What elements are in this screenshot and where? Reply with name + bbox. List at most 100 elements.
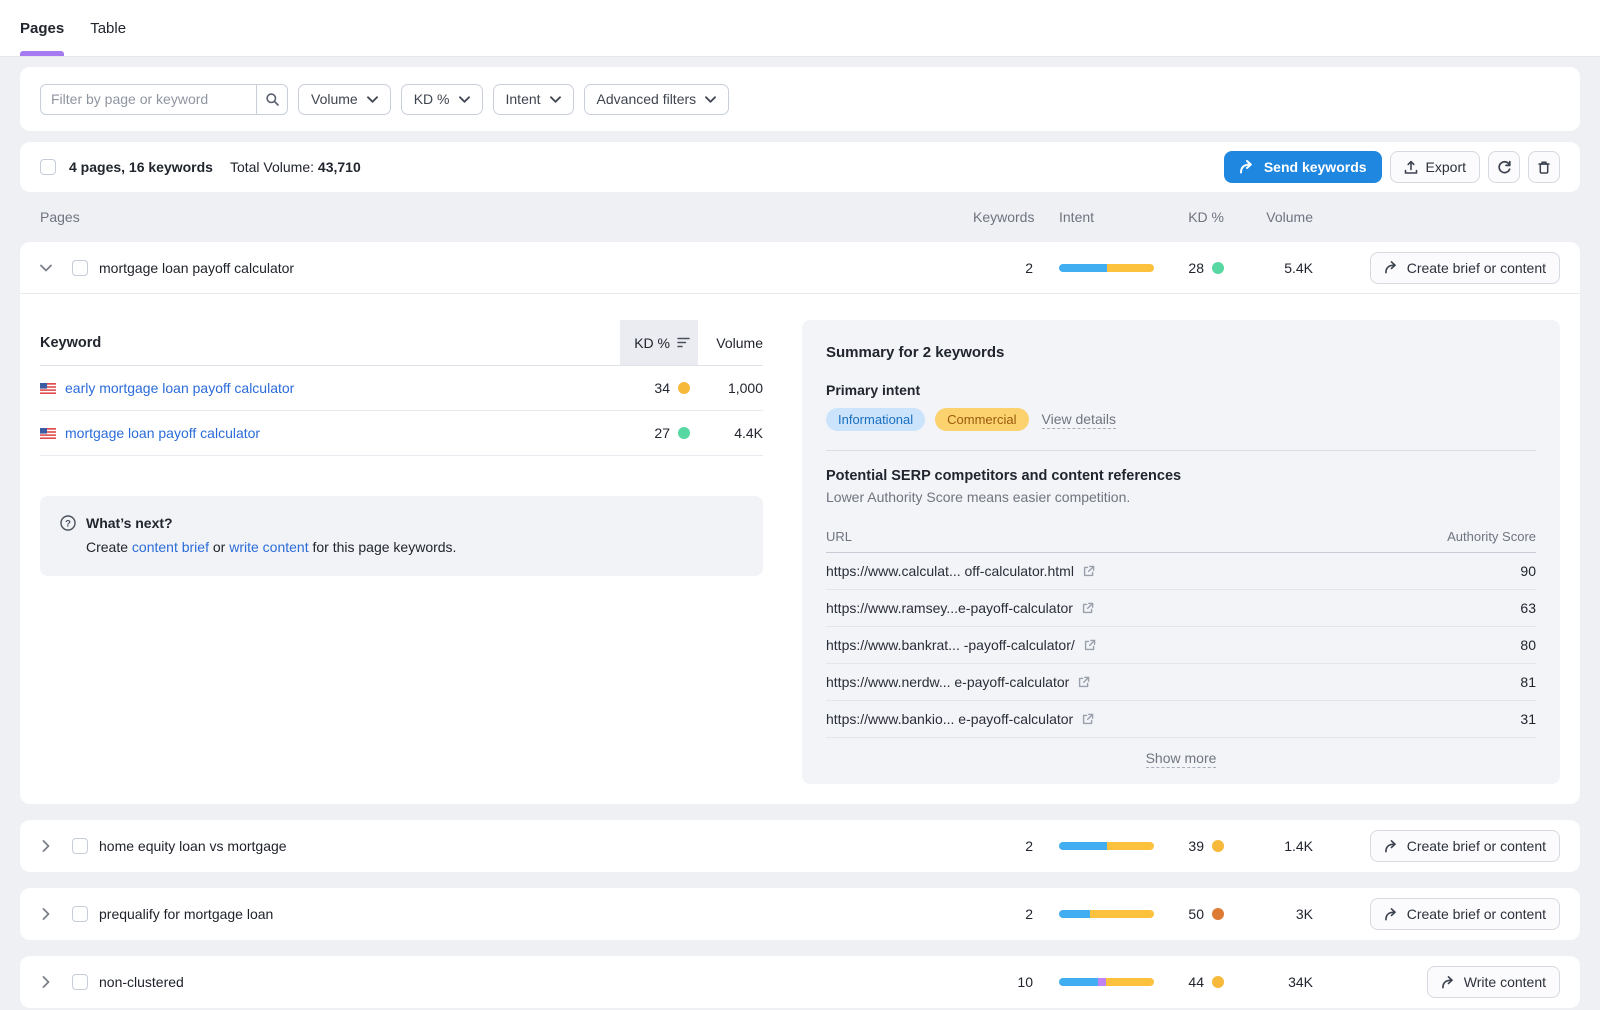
send-arrow-icon	[1384, 908, 1399, 921]
serp-url-row: https://www.nerdw... e-payoff-calculator…	[826, 664, 1536, 701]
top-tab-bar: Pages Table	[0, 0, 1600, 57]
send-keywords-label: Send keywords	[1264, 159, 1367, 175]
external-link-icon[interactable]	[1082, 713, 1094, 725]
divider	[826, 450, 1536, 451]
expand-chevron-right-icon[interactable]	[40, 840, 52, 852]
send-arrow-icon	[1384, 261, 1399, 274]
cluster-row: non-clustered 10 44 34K Write content	[20, 956, 1580, 1008]
header-intent: Intent	[1059, 209, 1094, 225]
row-checkbox[interactable]	[72, 906, 88, 922]
external-link-icon[interactable]	[1082, 602, 1094, 614]
create-brief-label: Create brief or content	[1407, 838, 1546, 854]
chevron-down-icon	[705, 96, 716, 103]
search-button[interactable]	[256, 84, 288, 115]
intent-bar	[1059, 264, 1154, 272]
total-volume: Total Volume: 43,710	[230, 159, 361, 175]
keyword-row: early mortgage loan payoff calculator 34…	[40, 366, 763, 411]
row-checkbox[interactable]	[72, 838, 88, 854]
kd-column-header-sorted[interactable]: KD %	[620, 320, 698, 365]
serp-competitors-title: Potential SERP competitors and content r…	[826, 468, 1536, 484]
send-keywords-button[interactable]: Send keywords	[1224, 151, 1382, 183]
kd-filter-dropdown[interactable]: KD %	[401, 84, 483, 115]
volume-filter-label: Volume	[311, 91, 358, 107]
header-pages: Pages	[40, 209, 80, 225]
keyword-link[interactable]: early mortgage loan payoff calculator	[65, 380, 294, 396]
keyword-link[interactable]: mortgage loan payoff calculator	[65, 425, 260, 441]
us-flag-icon	[40, 383, 56, 394]
advanced-filters-dropdown[interactable]: Advanced filters	[584, 84, 730, 115]
serp-competitors-subtitle: Lower Authority Score means easier compe…	[826, 489, 1536, 505]
kd-dot	[1212, 262, 1224, 274]
view-details-link[interactable]: View details	[1042, 411, 1116, 429]
keyword-volume: 1,000	[698, 380, 763, 396]
collapse-chevron-down-icon[interactable]	[40, 262, 52, 274]
cluster-row: mortgage loan payoff calculator 2 28 5.4…	[20, 242, 1580, 294]
kd-value: 50	[1188, 906, 1204, 922]
row-checkbox[interactable]	[72, 260, 88, 276]
whats-next-text: Create content brief or write content fo…	[86, 539, 743, 555]
delete-button[interactable]	[1528, 151, 1560, 183]
header-keywords: Keywords	[973, 209, 1034, 225]
kd-value: 27	[654, 425, 670, 441]
show-more-link[interactable]: Show more	[1146, 750, 1217, 768]
cluster-name: mortgage loan payoff calculator	[99, 260, 294, 276]
kd-column-label: KD %	[634, 335, 670, 351]
expand-chevron-right-icon[interactable]	[40, 976, 52, 988]
whats-next-title: What’s next?	[86, 515, 173, 531]
intent-bar	[1059, 842, 1154, 850]
external-link-icon[interactable]	[1084, 639, 1096, 651]
create-brief-button[interactable]: Create brief or content	[1370, 252, 1560, 284]
send-arrow-icon	[1384, 840, 1399, 853]
keyword-row: mortgage loan payoff calculator 27 4.4K	[40, 411, 763, 456]
external-link-icon[interactable]	[1078, 676, 1090, 688]
create-brief-label: Create brief or content	[1407, 260, 1546, 276]
advanced-filters-label: Advanced filters	[597, 91, 697, 107]
chevron-down-icon	[550, 96, 561, 103]
cluster-keyword-count: 2	[973, 838, 1033, 854]
content-brief-link[interactable]: content brief	[132, 539, 209, 555]
intent-badge-informational: Informational	[826, 408, 925, 431]
serp-url: https://www.calculat... off-calculator.h…	[826, 563, 1074, 579]
serp-url-row: https://www.ramsey...e-payoff-calculator…	[826, 590, 1536, 627]
intent-badge-commercial: Commercial	[935, 408, 1028, 431]
cluster-row: prequalify for mortgage loan 2 50 3K Cre…	[20, 888, 1580, 940]
tab-table[interactable]: Table	[90, 0, 126, 56]
export-label: Export	[1426, 159, 1466, 175]
keyword-column-header: Keyword	[40, 320, 620, 365]
authority-score-column-header: Authority Score	[1447, 529, 1536, 544]
authority-score: 80	[1520, 637, 1536, 653]
intent-filter-dropdown[interactable]: Intent	[493, 84, 574, 115]
cluster-keyword-count: 10	[973, 974, 1033, 990]
cluster-card-prequalify-for-mortgage-loan: prequalify for mortgage loan 2 50 3K Cre…	[20, 888, 1580, 940]
toolbar-actions: Send keywords Export	[1224, 151, 1560, 183]
create-brief-button[interactable]: Create brief or content	[1370, 898, 1560, 930]
total-volume-label: Total Volume:	[230, 159, 314, 175]
row-checkbox[interactable]	[72, 974, 88, 990]
create-brief-button[interactable]: Create brief or content	[1370, 830, 1560, 862]
cluster-card-home-equity-loan-vs-mortgage: home equity loan vs mortgage 2 39 1.4K C…	[20, 820, 1580, 872]
kd-filter-label: KD %	[414, 91, 450, 107]
primary-intent-label: Primary intent	[826, 382, 1536, 398]
search-input[interactable]	[40, 84, 257, 115]
whats-next-box: ? What’s next? Create content brief or w…	[40, 496, 763, 576]
expand-chevron-right-icon[interactable]	[40, 908, 52, 920]
question-circle-icon: ?	[60, 515, 76, 531]
tab-table-label: Table	[90, 20, 126, 37]
table-header-row: Pages Keywords Intent KD % Volume	[20, 192, 1580, 242]
refresh-icon	[1497, 160, 1512, 175]
filter-bar: Volume KD % Intent Advanced filters	[20, 67, 1580, 131]
export-button[interactable]: Export	[1390, 151, 1480, 183]
cluster-volume: 3K	[1224, 906, 1313, 922]
kd-dot	[1212, 908, 1224, 920]
select-all-checkbox[interactable]	[40, 159, 56, 175]
write-content-button[interactable]: Write content	[1427, 966, 1560, 998]
tab-pages[interactable]: Pages	[20, 0, 64, 56]
serp-url: https://www.bankrat... -payoff-calculato…	[826, 637, 1075, 653]
volume-filter-dropdown[interactable]: Volume	[298, 84, 391, 115]
external-link-icon[interactable]	[1083, 565, 1095, 577]
serp-url-table: URL Authority Score https://www.calculat…	[826, 520, 1536, 770]
write-content-link[interactable]: write content	[229, 539, 308, 555]
authority-score: 31	[1520, 711, 1536, 727]
refresh-button[interactable]	[1488, 151, 1520, 183]
send-arrow-icon	[1441, 976, 1456, 989]
